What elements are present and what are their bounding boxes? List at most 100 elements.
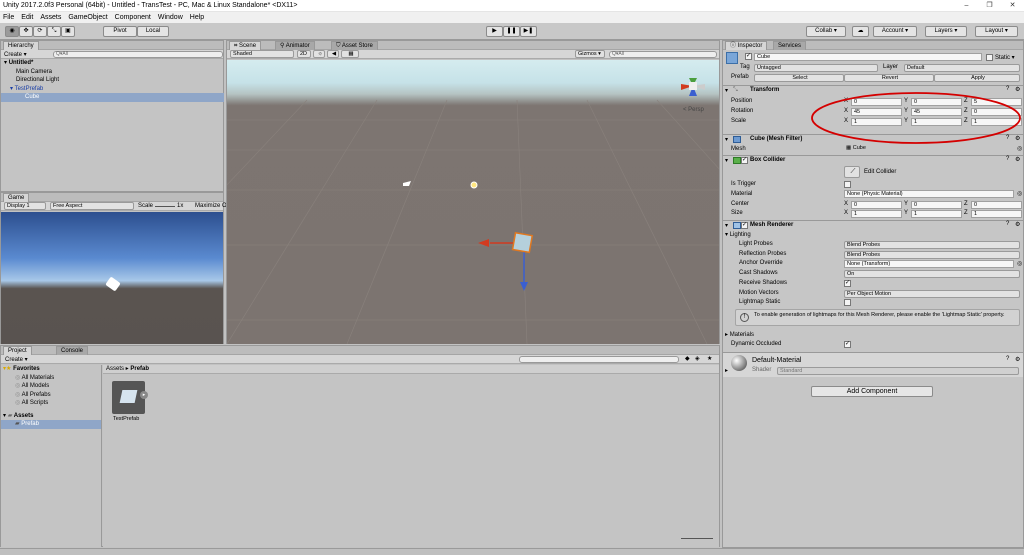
hierarchy-item-cube[interactable]: Cube — [1, 93, 224, 102]
material-picker-icon[interactable]: ◎ — [1017, 190, 1022, 197]
help-icon[interactable]: ? — [1006, 156, 1009, 162]
aspect-select[interactable]: Free Aspect — [50, 202, 134, 210]
tab-services[interactable]: Services — [773, 41, 807, 50]
menu-item-help[interactable]: Help — [190, 14, 204, 21]
materials-foldout[interactable]: ▸ Materials — [725, 331, 754, 338]
menu-item-component[interactable]: Component — [115, 14, 151, 21]
pivot-button[interactable]: Pivot — [103, 26, 137, 37]
scene-root[interactable]: ▾ Untitled* — [1, 59, 223, 68]
center-x-field[interactable]: 0 — [851, 201, 902, 209]
step-icon[interactable]: ▶❚ — [520, 26, 537, 37]
menu-item-edit[interactable]: Edit — [21, 14, 33, 21]
scene-orientation-gizmo-icon[interactable] — [675, 68, 711, 104]
hierarchy-create-button[interactable]: Create ▾ — [4, 51, 27, 58]
size-z-field[interactable]: 1 — [971, 210, 1022, 218]
tab-game[interactable]: Game — [3, 193, 30, 202]
2d-toggle[interactable]: 2D — [297, 50, 311, 58]
minimize-icon[interactable]: – — [962, 1, 971, 10]
breadcrumb-prefab[interactable]: Prefab — [130, 366, 149, 372]
material-foldout-icon[interactable]: ▸ — [725, 367, 728, 374]
is-trigger-checkbox[interactable] — [844, 181, 851, 188]
filter-label-icon[interactable]: ◈ — [695, 355, 700, 362]
hierarchy-item-directional-light[interactable]: Directional Light — [1, 76, 223, 85]
menu-item-assets[interactable]: Assets — [40, 14, 61, 21]
physic-material-field[interactable]: None (Physic Material) — [844, 190, 1014, 198]
tag-select[interactable]: Untagged — [754, 64, 878, 72]
favorites-node[interactable]: ▾★ Favorites — [1, 365, 101, 374]
audio-toggle-icon[interactable]: ◀ — [327, 50, 339, 58]
anchor-picker-icon[interactable]: ◎ — [1017, 260, 1022, 267]
prefab-select-button[interactable]: Select — [754, 74, 844, 82]
help-icon[interactable]: ? — [1006, 221, 1009, 227]
lightmap-static-checkbox[interactable] — [844, 299, 851, 307]
tab-hierarchy[interactable]: Hierarchy — [3, 41, 39, 50]
anchor-override-field[interactable]: None (Transform) — [844, 260, 1014, 269]
favorite-item[interactable]: ◎ All Scripts — [1, 399, 101, 408]
move-tool-icon[interactable]: ✥ — [19, 26, 33, 37]
meshrenderer-foldout-icon[interactable]: ▾ — [725, 222, 728, 229]
add-component-button[interactable]: Add Component — [811, 386, 933, 397]
size-x-field[interactable]: 1 — [851, 210, 902, 218]
pause-icon[interactable]: ❚❚ — [503, 26, 520, 37]
settings-gear-icon[interactable]: ⚙ — [1015, 221, 1020, 228]
center-z-field[interactable]: 0 — [971, 201, 1022, 209]
static-dropdown[interactable]: Static ▾ — [995, 54, 1015, 61]
project-create-button[interactable]: Create ▾ — [5, 356, 28, 363]
favorite-item[interactable]: ◎ All Materials — [1, 374, 101, 383]
expand-prefab-icon[interactable]: ▸ — [140, 391, 148, 399]
mesh-picker-icon[interactable]: ◎ — [1017, 145, 1022, 152]
light-probes-select[interactable]: Blend Probes — [844, 241, 1020, 249]
hierarchy-item-testprefab[interactable]: ▾ TestPrefab — [1, 85, 223, 94]
assets-node[interactable]: ▾ ▰ Assets — [1, 412, 101, 421]
hierarchy-search-input[interactable]: Q▾All — [53, 51, 223, 58]
rotate-tool-icon[interactable]: ⟳ — [33, 26, 47, 37]
tab-animator[interactable]: ⚲ Animator — [275, 41, 315, 50]
reflection-probes-select[interactable]: Blend Probes — [844, 250, 1020, 259]
tab-inspector[interactable]: ⓘ Inspector — [725, 41, 768, 50]
effects-toggle-icon[interactable]: ▦ — [341, 50, 359, 58]
game-view[interactable] — [1, 212, 223, 344]
scene-search-input[interactable]: Q▾All — [609, 51, 717, 58]
mesh-field[interactable]: ▦ Cube — [844, 145, 1016, 153]
collab-button[interactable]: Collab ▾ — [806, 26, 846, 37]
boxcollider-foldout-icon[interactable]: ▾ — [725, 157, 728, 164]
dynamic-occluded-checkbox[interactable]: ✓ — [844, 341, 851, 348]
icon-size-slider[interactable] — [681, 538, 713, 539]
prefab-apply-button[interactable]: Apply — [934, 74, 1020, 82]
favorite-item[interactable]: ◎ All Prefabs — [1, 391, 101, 400]
menu-item-file[interactable]: File — [3, 14, 14, 21]
favorite-item[interactable]: ◎ All Models — [1, 382, 101, 391]
display-select[interactable]: Display 1 — [4, 202, 46, 210]
prefab-revert-button[interactable]: Revert — [844, 74, 934, 82]
settings-gear-icon[interactable]: ⚙ — [1015, 156, 1020, 163]
lighting-toggle-icon[interactable]: ☼ — [313, 50, 325, 58]
maximize-on-play-button[interactable]: Maximize O — [195, 203, 227, 209]
cast-shadows-select[interactable]: On — [844, 270, 1020, 279]
perspective-label[interactable]: < Persp — [683, 107, 704, 113]
shading-mode-select[interactable]: Shaded — [230, 50, 294, 58]
cloud-icon[interactable]: ☁ — [852, 26, 869, 37]
hand-tool-icon[interactable]: ◉ — [5, 26, 19, 37]
object-name-field[interactable]: Cube — [754, 53, 982, 61]
favorite-star-icon[interactable]: ★ — [707, 355, 712, 362]
filter-type-icon[interactable]: ◆ — [685, 355, 690, 362]
prefab-folder-node[interactable]: ▰ Prefab — [1, 420, 101, 429]
tab-scene[interactable]: ⌗ Scene — [229, 41, 262, 50]
mesh-renderer-enabled-checkbox[interactable]: ✓ — [741, 222, 748, 229]
settings-gear-icon[interactable]: ⚙ — [1015, 356, 1020, 363]
project-search-input[interactable] — [519, 356, 679, 363]
tab-project[interactable]: Project — [3, 346, 32, 355]
local-button[interactable]: Local — [137, 26, 169, 37]
layout-button[interactable]: Layout ▾ — [975, 26, 1018, 37]
center-y-field[interactable]: 0 — [911, 201, 962, 209]
lighting-foldout[interactable]: ▾ Lighting — [725, 231, 751, 238]
scale-tool-icon[interactable]: ⤡ — [47, 26, 61, 37]
shader-select[interactable]: Standard — [777, 367, 1019, 375]
close-icon[interactable]: ✕ — [1008, 1, 1017, 10]
scale-slider[interactable] — [155, 206, 175, 207]
breadcrumb-assets[interactable]: Assets — [106, 366, 124, 372]
layers-button[interactable]: Layers ▾ — [925, 26, 967, 37]
rect-tool-icon[interactable]: ▣ — [61, 26, 75, 37]
play-icon[interactable]: ▶ — [486, 26, 503, 37]
account-button[interactable]: Account ▾ — [873, 26, 917, 37]
